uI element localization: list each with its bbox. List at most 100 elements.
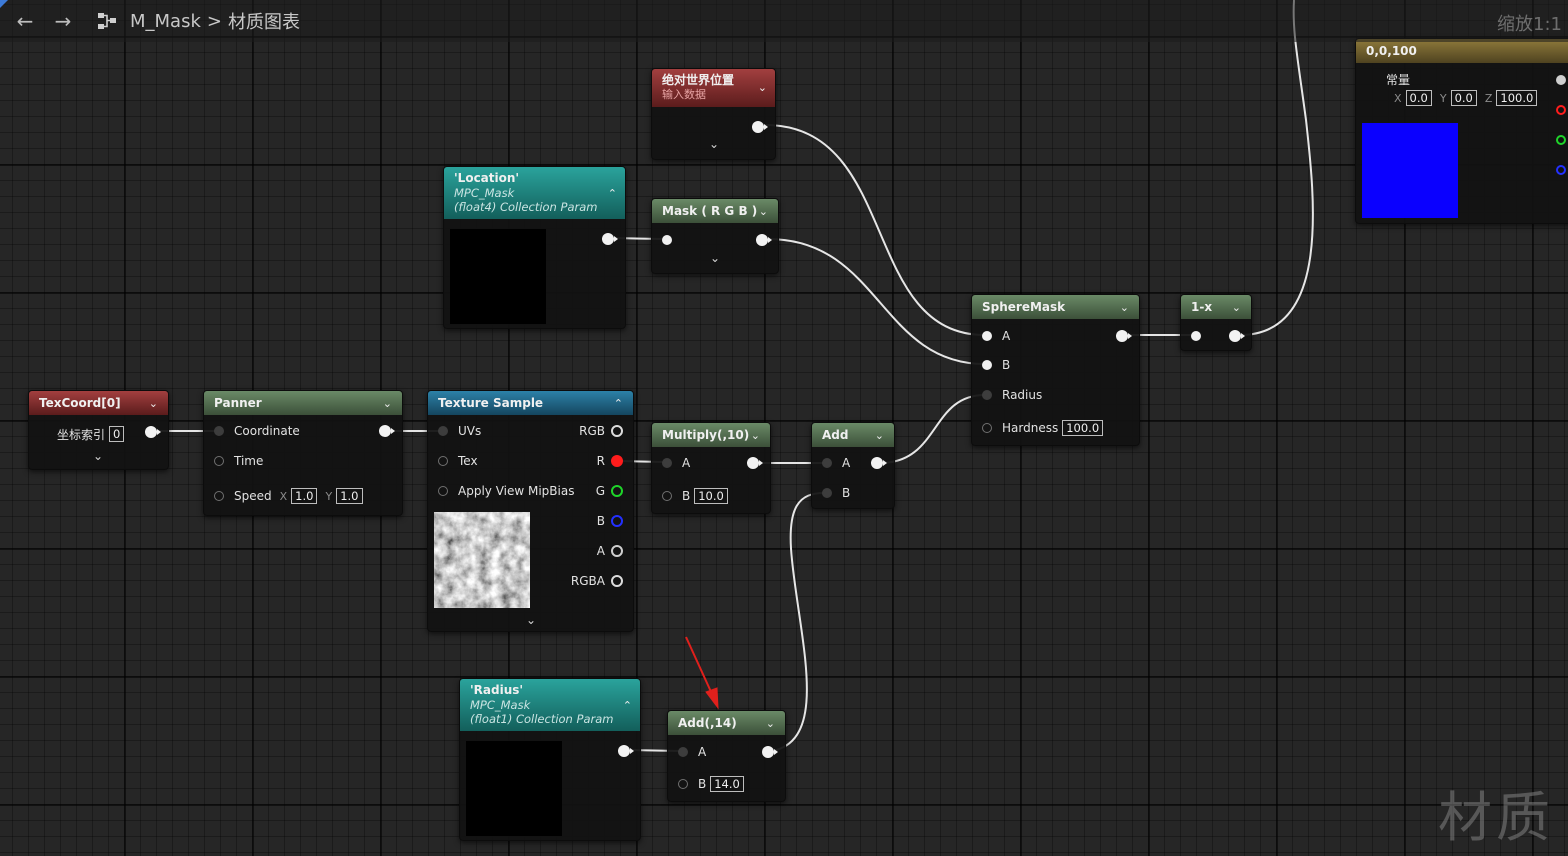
chevron-down-icon[interactable]: ⌄ [383,397,392,410]
input-pin-mipbias[interactable] [438,486,448,496]
speed-x-field[interactable]: 1.0 [291,488,318,504]
output-pin[interactable] [379,425,395,437]
texcoord-node[interactable]: TexCoord[0] ⌄ 坐标索引 0 ⌄ [28,390,169,470]
input-pin-speed[interactable] [214,491,224,501]
output-pin[interactable] [762,746,778,758]
input-pin[interactable] [662,235,672,245]
chevron-down-icon[interactable]: ⌄ [709,137,719,151]
texture-sample-node[interactable]: Texture Sample ⌃ UVs Tex Apply View MipB… [427,390,634,632]
collection-param-radius-node[interactable]: 'Radius' MPC_Mask (float1) Collection Pa… [459,678,641,841]
constant3-vector-node[interactable]: 0,0,100 常量 X 0.0 Y 0.0 Z 100.0 [1355,38,1568,224]
input-pin[interactable] [1191,331,1201,341]
node-header[interactable]: 'Radius' MPC_Mask (float1) Collection Pa… [460,679,640,731]
output-pin[interactable] [145,426,161,438]
world-position-node[interactable]: 绝对世界位置 输入数据 ⌄ ⌄ [651,68,776,160]
chevron-down-icon[interactable]: ⌄ [875,429,884,442]
output-pin-g[interactable] [1556,135,1566,145]
chevron-down-icon[interactable]: ⌄ [751,429,760,442]
input-pin-b[interactable] [662,491,672,501]
node-header[interactable]: TexCoord[0] ⌄ [29,391,168,415]
panner-node[interactable]: Panner ⌄ Coordinate Time Speed X 1.0 Y 1.0 [203,390,403,516]
node-header[interactable]: 'Location' MPC_Mask (float4) Collection … [444,167,625,219]
b-value-field[interactable]: 10.0 [694,488,728,504]
input-pin-a[interactable] [982,331,992,341]
chevron-down-icon[interactable]: ⌄ [759,205,768,218]
chevron-up-icon[interactable]: ⌃ [608,187,617,200]
input-pin-b[interactable] [982,360,992,370]
output-pin-g[interactable] [611,485,623,497]
chevron-down-icon[interactable]: ⌄ [149,397,158,410]
breadcrumb-asset[interactable]: M_Mask [130,11,201,32]
node-header[interactable]: 0,0,100 [1356,39,1568,63]
chevron-down-icon[interactable]: ⌄ [526,613,536,627]
node-header[interactable]: Panner ⌄ [204,391,402,415]
coordinate-index-label: 坐标索引 [57,427,106,442]
node-subtitle-collection: MPC_Mask [470,698,531,712]
collection-param-location-node[interactable]: 'Location' MPC_Mask (float4) Collection … [443,166,626,329]
output-pin[interactable] [1229,330,1245,342]
add-node[interactable]: Add ⌄ A B [811,422,895,509]
input-pin-a[interactable] [662,458,672,468]
output-pin-r[interactable] [611,455,623,467]
node-header[interactable]: Add(,14) ⌄ [668,711,785,735]
output-pin[interactable] [618,745,634,757]
output-pin-r[interactable] [1556,105,1566,115]
y-value-field[interactable]: 0.0 [1450,90,1477,106]
input-pin-tex[interactable] [438,456,448,466]
output-pin-b[interactable] [611,515,623,527]
node-header[interactable]: SphereMask ⌄ [972,295,1139,319]
node-header[interactable]: 绝对世界位置 输入数据 ⌄ [652,69,775,107]
input-pin-b[interactable] [678,779,688,789]
noise-texture-thumbnail [434,512,530,608]
node-header[interactable]: 1-x ⌄ [1181,295,1251,319]
input-pin-uvs[interactable] [438,426,448,436]
output-pin[interactable] [1556,75,1566,85]
chevron-down-icon[interactable]: ⌄ [758,81,767,94]
node-title: Add(,14) [678,716,737,730]
x-axis-label: X [1394,91,1402,105]
chevron-down-icon[interactable]: ⌄ [1120,301,1129,314]
forward-button[interactable]: → [48,6,78,36]
b-value-field[interactable]: 14.0 [710,776,744,792]
input-pin-a[interactable] [678,747,688,757]
chevron-down-icon[interactable]: ⌄ [1232,301,1241,314]
input-pin-time[interactable] [214,456,224,466]
chevron-down-icon[interactable]: ⌄ [710,251,720,265]
coordinate-index-field[interactable]: 0 [109,426,125,442]
output-pin[interactable] [752,121,768,133]
input-pin-a[interactable] [822,458,832,468]
chevron-up-icon[interactable]: ⌃ [623,699,632,712]
output-pin-rgb[interactable] [611,425,623,437]
input-pin-radius[interactable] [982,390,992,400]
speed-y-field[interactable]: 1.0 [336,488,363,504]
chevron-down-icon[interactable]: ⌄ [766,717,775,730]
node-header[interactable]: Mask ( R G B ) ⌄ [652,199,778,223]
output-pin[interactable] [756,234,772,246]
back-button[interactable]: ← [10,6,40,36]
chevron-down-icon[interactable]: ⌄ [93,449,103,463]
hardness-value-field[interactable]: 100.0 [1062,420,1104,436]
input-pin-b[interactable] [822,488,832,498]
output-pin[interactable] [871,457,887,469]
chevron-up-icon[interactable]: ⌃ [614,397,623,410]
node-header[interactable]: Texture Sample ⌃ [428,391,633,415]
output-pin[interactable] [747,457,763,469]
output-pin[interactable] [602,233,618,245]
output-pin[interactable] [1116,330,1132,342]
node-header[interactable]: Add ⌄ [812,423,894,447]
output-pin-rgba[interactable] [611,575,623,587]
input-pin-hardness[interactable] [982,423,992,433]
output-label-g: G [595,484,605,498]
output-pin-a[interactable] [611,545,623,557]
one-minus-node[interactable]: 1-x ⌄ [1180,294,1252,351]
x-value-field[interactable]: 0.0 [1405,90,1432,106]
z-value-field[interactable]: 100.0 [1496,90,1538,106]
add-constant-14-node[interactable]: Add(,14) ⌄ A B 14.0 [667,710,786,802]
sphere-mask-node[interactable]: SphereMask ⌄ A B Radius Hardness 100.0 [971,294,1140,446]
component-mask-node[interactable]: Mask ( R G B ) ⌄ ⌄ [651,198,779,274]
multiply-node[interactable]: Multiply(,10) ⌄ A B 10.0 [651,422,771,514]
node-header[interactable]: Multiply(,10) ⌄ [652,423,770,447]
graph-toolbar: ← → M_Mask > 材质图表 缩放1:1 [0,0,1568,42]
output-pin-b[interactable] [1556,165,1566,175]
input-pin-coordinate[interactable] [214,426,224,436]
